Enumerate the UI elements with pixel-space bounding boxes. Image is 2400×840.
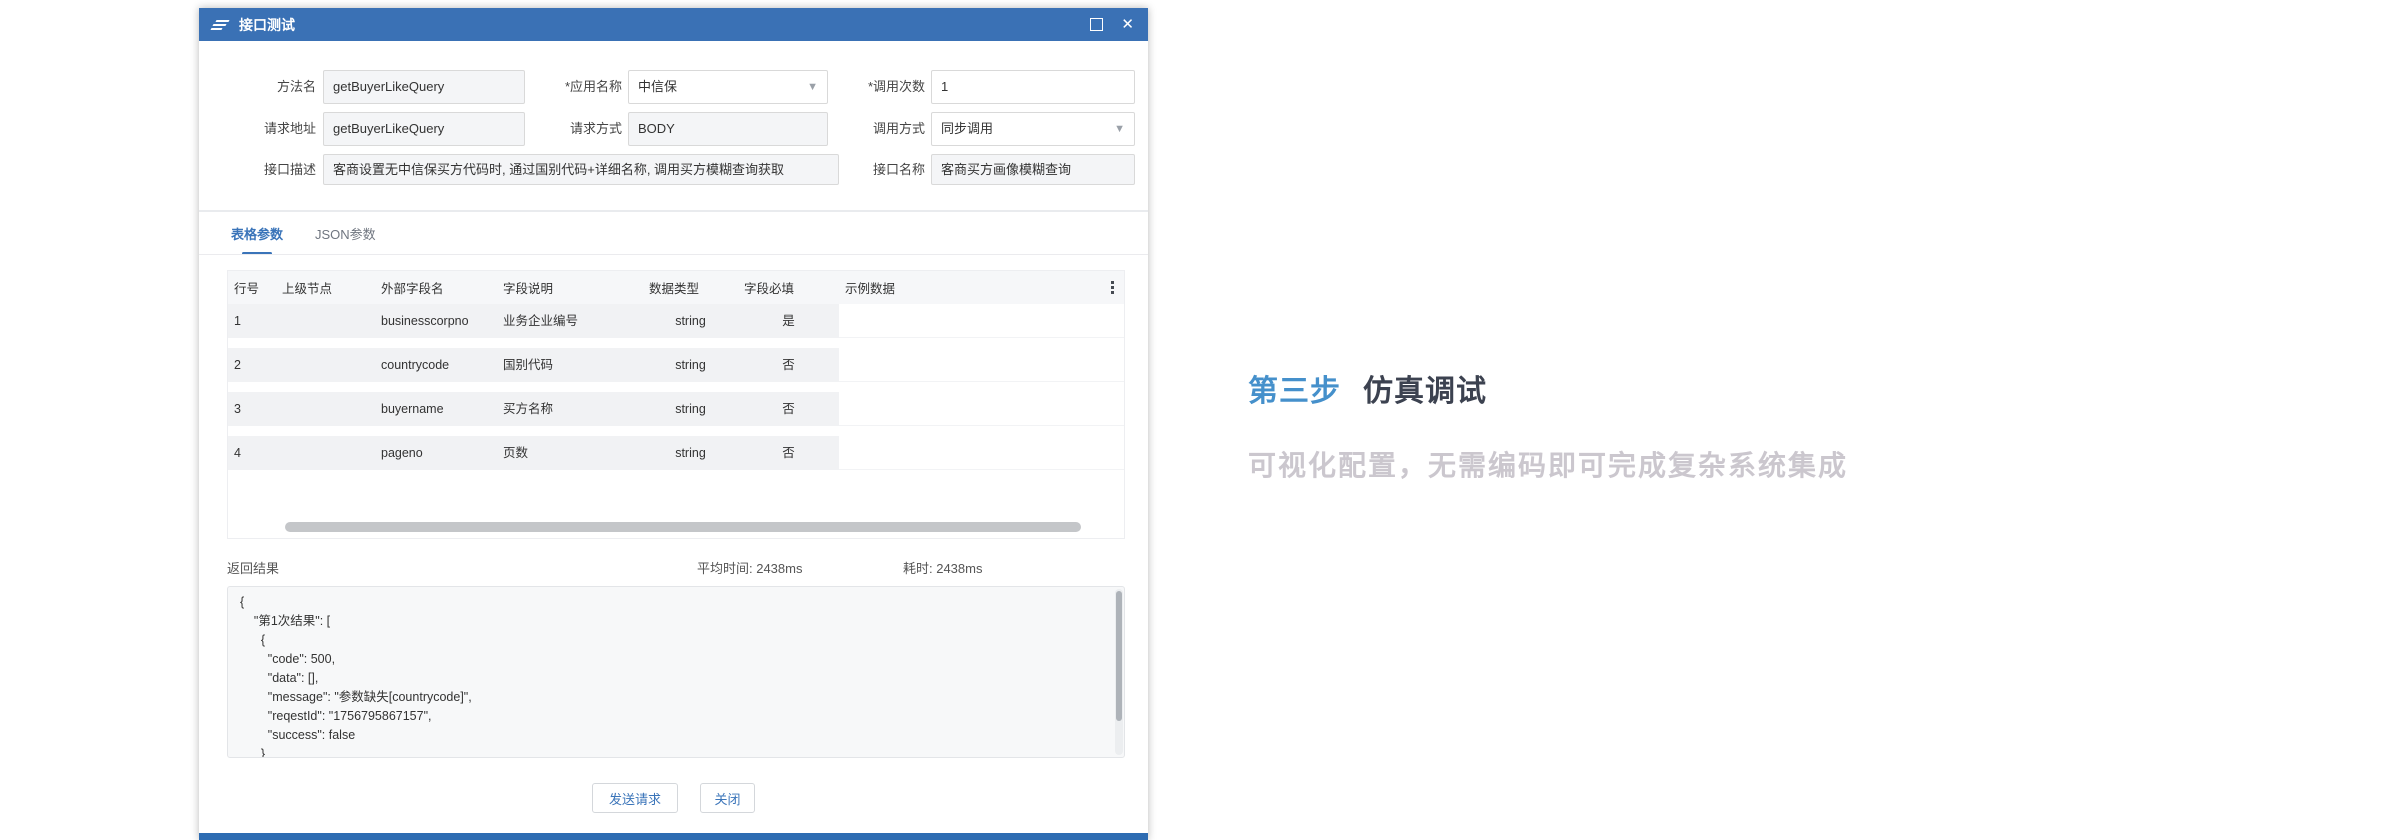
table-row[interactable]: 2 countrycode 国别代码 string 否 xyxy=(228,348,1124,382)
cell-ext-field: countrycode xyxy=(375,348,497,382)
page-root: { "dialog": { "title": "接口测试", "window":… xyxy=(0,0,2400,840)
cell-data-type: string xyxy=(643,304,738,338)
dialog-title: 接口测试 xyxy=(239,16,295,33)
chevron-down-icon: ▼ xyxy=(807,81,818,93)
result-json-text: { "第1次结果": [ { "code": 500, "data": [], … xyxy=(240,595,472,758)
api-desc-label: 接口描述 xyxy=(263,162,316,177)
col-header-ext-field: 外部字段名 xyxy=(381,282,444,296)
vertical-scrollbar xyxy=(1115,589,1123,755)
cell-sample-data[interactable] xyxy=(839,304,1124,338)
cell-required: 否 xyxy=(738,348,839,382)
method-name-field[interactable]: getBuyerLikeQuery xyxy=(323,70,525,104)
close-button[interactable]: 关闭 xyxy=(700,783,755,813)
cell-data-type: string xyxy=(643,348,738,382)
cell-required: 是 xyxy=(738,304,839,338)
cell-field-desc: 国别代码 xyxy=(497,348,643,382)
call-mode-label: 调用方式 xyxy=(872,121,925,136)
col-header-row-no: 行号 xyxy=(234,282,260,296)
cell-field-desc: 买方名称 xyxy=(497,392,643,426)
close-icon[interactable]: ✕ xyxy=(1121,17,1134,32)
app-name-select[interactable]: 中信保 ▼ xyxy=(628,70,828,104)
cell-field-desc: 业务企业编号 xyxy=(497,304,643,338)
cell-required: 否 xyxy=(738,436,839,470)
request-url-label: 请求地址 xyxy=(263,121,316,136)
cell-data-type: string xyxy=(643,436,738,470)
step-subtitle: 可视化配置，无需编码即可完成复杂系统集成 xyxy=(1248,450,1849,481)
interface-test-dialog: 接口测试 ✕ 方法名 getBuyerLikeQuery *应用名称 中信保 ▼… xyxy=(199,8,1148,840)
column-settings-icon[interactable] xyxy=(1111,279,1124,296)
col-header-field-desc: 字段说明 xyxy=(503,282,554,296)
cell-row-no: 3 xyxy=(228,392,276,426)
col-header-sample-data: 示例数据 xyxy=(845,282,896,296)
call-mode-select[interactable]: 同步调用 ▼ xyxy=(931,112,1135,146)
horizontal-scrollbar xyxy=(228,522,1124,532)
results-summary-row: 返回结果 平均时间: 2438ms 耗时: 2438ms xyxy=(227,558,1125,577)
cell-sample-data[interactable] xyxy=(839,436,1124,470)
send-request-button[interactable]: 发送请求 xyxy=(592,783,678,813)
table-header-row: 行号 上级节点 外部字段名 字段说明 数据类型 字段必填 示例数据 xyxy=(228,271,1124,304)
cell-ext-field: pageno xyxy=(375,436,497,470)
request-url-field[interactable]: getBuyerLikeQuery xyxy=(323,112,525,146)
cell-parent-node xyxy=(276,392,375,426)
maximize-icon[interactable] xyxy=(1090,18,1104,31)
dialog-titlebar: 接口测试 ✕ xyxy=(199,8,1148,41)
tab-json-params[interactable]: JSON参数 xyxy=(315,224,376,255)
call-count-label: *调用次数 xyxy=(867,79,925,94)
table-row[interactable]: 4 pageno 页数 string 否 xyxy=(228,436,1124,470)
tabs-bottom-border xyxy=(199,254,1148,255)
horizontal-scrollbar-thumb[interactable] xyxy=(285,522,1081,532)
average-time: 平均时间: 2438ms xyxy=(697,561,803,576)
cell-data-type: string xyxy=(643,392,738,426)
section-divider xyxy=(199,210,1148,212)
api-name-label: 接口名称 xyxy=(872,162,925,177)
api-name-field[interactable]: 客商买方画像模糊查询 xyxy=(931,154,1135,185)
cell-sample-data[interactable] xyxy=(839,348,1124,382)
col-header-data-type: 数据类型 xyxy=(649,282,700,296)
param-tabs: 表格参数 JSON参数 xyxy=(231,224,376,255)
params-table: 行号 上级节点 外部字段名 字段说明 数据类型 字段必填 示例数据 1 busi… xyxy=(227,270,1125,539)
result-output-box[interactable]: { "第1次结果": [ { "code": 500, "data": [], … xyxy=(227,586,1125,758)
cell-parent-node xyxy=(276,348,375,382)
tab-table-params[interactable]: 表格参数 xyxy=(231,224,283,255)
chevron-down-icon: ▼ xyxy=(1114,123,1125,135)
vertical-scrollbar-thumb[interactable] xyxy=(1116,591,1122,721)
step-title: 仿真调试 xyxy=(1363,375,1487,408)
table-row[interactable]: 1 businesscorpno 业务企业编号 string 是 xyxy=(228,304,1124,338)
col-header-required: 字段必填 xyxy=(744,282,795,296)
results-label: 返回结果 xyxy=(227,561,280,576)
cell-row-no: 2 xyxy=(228,348,276,382)
cost-time: 耗时: 2438ms xyxy=(903,561,983,576)
request-method-label: 请求方式 xyxy=(569,121,622,136)
col-header-parent-node: 上级节点 xyxy=(282,282,333,296)
cell-parent-node xyxy=(276,436,375,470)
cell-field-desc: 页数 xyxy=(497,436,643,470)
cell-row-no: 4 xyxy=(228,436,276,470)
dialog-bottom-strip xyxy=(199,833,1148,840)
method-name-label: 方法名 xyxy=(276,79,316,94)
step-heading: 第三步 仿真调试 xyxy=(1248,366,2148,410)
request-method-field[interactable]: BODY xyxy=(628,112,828,146)
table-row[interactable]: 3 buyername 买方名称 string 否 xyxy=(228,392,1124,426)
step-number: 第三步 xyxy=(1248,375,1341,408)
cell-ext-field: businesscorpno xyxy=(375,304,497,338)
api-desc-field[interactable]: 客商设置无中信保买方代码时, 通过国别代码+详细名称, 调用买方模糊查询获取 xyxy=(323,154,839,185)
cell-parent-node xyxy=(276,304,375,338)
cell-sample-data[interactable] xyxy=(839,392,1124,426)
cell-row-no: 1 xyxy=(228,304,276,338)
app-logo-icon xyxy=(210,18,230,32)
app-name-label: *应用名称 xyxy=(564,79,622,94)
side-text-block: 第三步 仿真调试 可视化配置，无需编码即可完成复杂系统集成 xyxy=(1248,366,2148,484)
cell-required: 否 xyxy=(738,392,839,426)
cell-ext-field: buyername xyxy=(375,392,497,426)
call-count-input[interactable]: 1 xyxy=(931,70,1135,104)
